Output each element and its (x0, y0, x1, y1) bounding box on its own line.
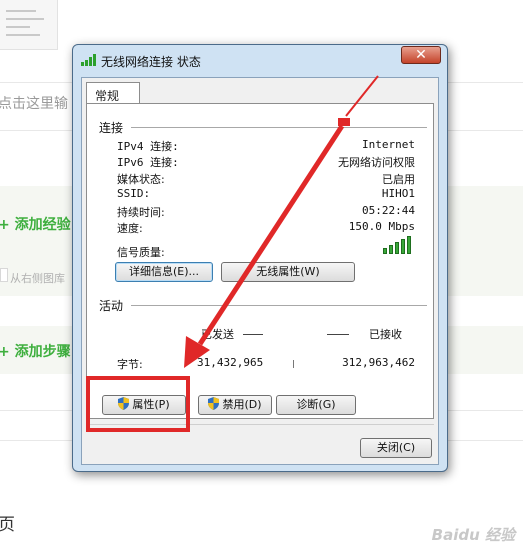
highlight-box (86, 376, 190, 432)
annotation-arrow-head (184, 336, 210, 368)
annotation-arrow-shaft (197, 124, 345, 346)
annotation-layer (184, 75, 379, 368)
annotation-arrow-thin (345, 75, 379, 117)
